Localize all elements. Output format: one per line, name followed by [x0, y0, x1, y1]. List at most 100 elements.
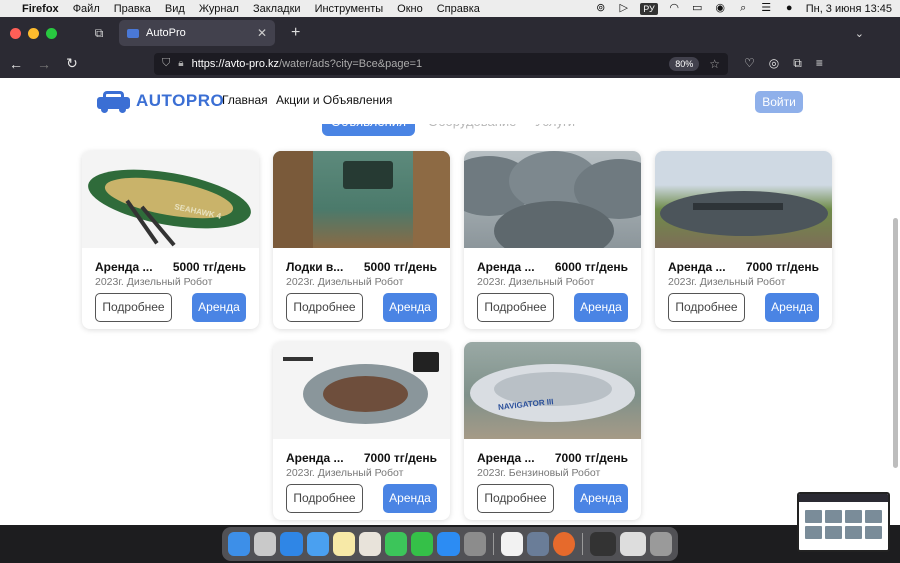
- tab-title: AutoPro: [146, 27, 186, 39]
- spotlight-icon[interactable]: ⌕: [737, 3, 750, 14]
- photos-icon[interactable]: [358, 532, 382, 556]
- nav-promos-link[interactable]: Акции и Объявления: [276, 93, 392, 107]
- extensions-icon[interactable]: ⧉: [793, 56, 802, 71]
- minimized-window-icon[interactable]: [590, 532, 616, 556]
- menu-app-name[interactable]: Firefox: [22, 3, 59, 15]
- listing-price: 7000 тг/день: [554, 451, 628, 465]
- details-button[interactable]: Подробнее: [477, 293, 554, 322]
- rent-button[interactable]: Аренда: [765, 293, 819, 322]
- screenshot-preview-thumbnail[interactable]: [797, 492, 890, 552]
- macos-menubar: Firefox Файл Правка Вид Журнал Закладки …: [0, 0, 900, 17]
- listing-title: Аренда ...: [95, 260, 153, 274]
- listing-title: Аренда ...: [668, 260, 726, 274]
- minimized-window-icon[interactable]: [619, 532, 646, 556]
- user-icon[interactable]: ◉: [714, 3, 727, 14]
- menu-bookmarks[interactable]: Закладки: [253, 3, 301, 15]
- launchpad-icon[interactable]: [254, 532, 277, 556]
- zoom-indicator[interactable]: 80%: [669, 56, 700, 71]
- firefox-icon[interactable]: [552, 532, 576, 556]
- listing-title: Аренда ...: [477, 260, 535, 274]
- site-header: AUTOPRO Главная Акции и Объявления Войти: [0, 78, 900, 124]
- listing-price: 5000 тг/день: [172, 260, 246, 274]
- menu-tools[interactable]: Инструменты: [315, 3, 384, 15]
- listing-meta: 2023г. Дизельный Робот: [286, 467, 404, 479]
- messages-icon[interactable]: [385, 532, 408, 556]
- address-bar[interactable]: ⛉ 🔒︎ https://avto-pro.kz /water/ads?city…: [154, 52, 728, 75]
- close-tab-icon[interactable]: ✕: [257, 26, 267, 40]
- lock-icon[interactable]: 🔒︎: [178, 58, 183, 69]
- details-button[interactable]: Подробнее: [286, 293, 363, 322]
- list-all-tabs-icon[interactable]: ⌄: [855, 27, 864, 40]
- rent-button[interactable]: Аренда: [574, 293, 628, 322]
- safari-icon[interactable]: [280, 532, 303, 556]
- boat-photo: [655, 151, 832, 248]
- trash-icon[interactable]: [649, 532, 672, 556]
- menu-history[interactable]: Журнал: [199, 3, 239, 15]
- menu-view[interactable]: Вид: [165, 3, 185, 15]
- menubar-clock[interactable]: Пн, 3 июня 13:45: [806, 3, 892, 15]
- url-host: https://avto-pro.kz: [191, 57, 280, 70]
- new-tab-icon[interactable]: +: [291, 24, 300, 42]
- reload-icon[interactable]: ↻: [60, 55, 84, 72]
- zoom-window-button[interactable]: [46, 27, 57, 39]
- rent-button[interactable]: Аренда: [192, 293, 246, 322]
- page-scrollbar[interactable]: [893, 218, 898, 468]
- rent-button[interactable]: Аренда: [574, 484, 628, 513]
- dock-separator: [492, 533, 494, 555]
- rent-button[interactable]: Аренда: [383, 293, 437, 322]
- finder-icon[interactable]: [228, 532, 251, 556]
- menu-edit[interactable]: Правка: [114, 3, 151, 15]
- siri-icon[interactable]: ●: [783, 3, 796, 14]
- listing-title: Аренда ...: [286, 451, 344, 465]
- app-menu-icon[interactable]: ≡: [816, 56, 823, 71]
- listing-card[interactable]: SEAHAWK 4 Аренда ... 5000 тг/день 2023г.…: [82, 151, 259, 329]
- login-button[interactable]: Войти: [755, 91, 803, 113]
- listing-card[interactable]: Аренда ... 6000 тг/день 2023г. Дизельный…: [464, 151, 641, 329]
- listing-meta: 2023г. Бензиновый Робот: [477, 467, 601, 479]
- menu-window[interactable]: Окно: [397, 3, 423, 15]
- listing-card[interactable]: Аренда ... 7000 тг/день 2023г. Дизельный…: [655, 151, 832, 329]
- minimize-window-button[interactable]: [28, 27, 39, 39]
- menu-help[interactable]: Справка: [437, 3, 480, 15]
- bookmark-star-icon[interactable]: ☆: [709, 57, 720, 71]
- listing-price: 6000 тг/день: [554, 260, 628, 274]
- back-icon[interactable]: ←: [4, 56, 28, 72]
- tab-overview-icon[interactable]: ⧉: [89, 26, 109, 41]
- wifi-icon[interactable]: ◠: [668, 3, 681, 14]
- browser-nav-bar: ← → ↻ ⛉ 🔒︎ https://avto-pro.kz /water/ad…: [0, 49, 900, 78]
- tracking-protection-icon[interactable]: ⛉: [162, 57, 170, 70]
- system-settings-icon[interactable]: [463, 532, 486, 556]
- details-button[interactable]: Подробнее: [95, 293, 172, 322]
- rent-button[interactable]: Аренда: [383, 484, 437, 513]
- nav-home-link[interactable]: Главная: [222, 93, 268, 107]
- app-store-icon[interactable]: [437, 532, 460, 556]
- close-window-button[interactable]: [10, 27, 21, 39]
- listing-card[interactable]: NAVIGATOR III Аренда ... 7000 тг/день 20…: [464, 342, 641, 520]
- listing-card[interactable]: Аренда ... 7000 тг/день 2023г. Дизельный…: [273, 342, 450, 520]
- creative-cloud-icon[interactable]: ⊚: [594, 3, 607, 14]
- forward-icon[interactable]: →: [32, 56, 56, 72]
- logo-text: AUTOPRO: [136, 91, 225, 110]
- listing-card[interactable]: Лодки в... 5000 тг/день 2023г. Дизельный…: [273, 151, 450, 329]
- pocket-icon[interactable]: ♡: [744, 56, 755, 71]
- site-logo[interactable]: AUTOPRO: [97, 89, 224, 113]
- account-icon[interactable]: ◎: [769, 56, 779, 71]
- notes-icon[interactable]: [332, 532, 355, 556]
- notion-icon[interactable]: [500, 532, 523, 556]
- battery-icon[interactable]: ▭: [691, 3, 704, 14]
- listing-meta: 2023г. Дизельный Робот: [668, 276, 786, 288]
- details-button[interactable]: Подробнее: [668, 293, 745, 322]
- boat-photo: NAVIGATOR III: [464, 342, 641, 439]
- listing-meta: 2023г. Дизельный Робот: [95, 276, 213, 288]
- boat-photo: [273, 151, 450, 248]
- control-center-icon[interactable]: ☰: [760, 3, 773, 14]
- details-button[interactable]: Подробнее: [286, 484, 363, 513]
- play-icon[interactable]: ▷: [617, 3, 630, 14]
- mail-icon[interactable]: [306, 532, 329, 556]
- tab-autopro[interactable]: AutoPro ✕: [119, 20, 275, 46]
- facetime-icon[interactable]: [411, 532, 434, 556]
- menu-file[interactable]: Файл: [73, 3, 100, 15]
- details-button[interactable]: Подробнее: [477, 484, 554, 513]
- preview-icon[interactable]: [526, 532, 549, 556]
- input-source-indicator[interactable]: РУ: [640, 2, 658, 15]
